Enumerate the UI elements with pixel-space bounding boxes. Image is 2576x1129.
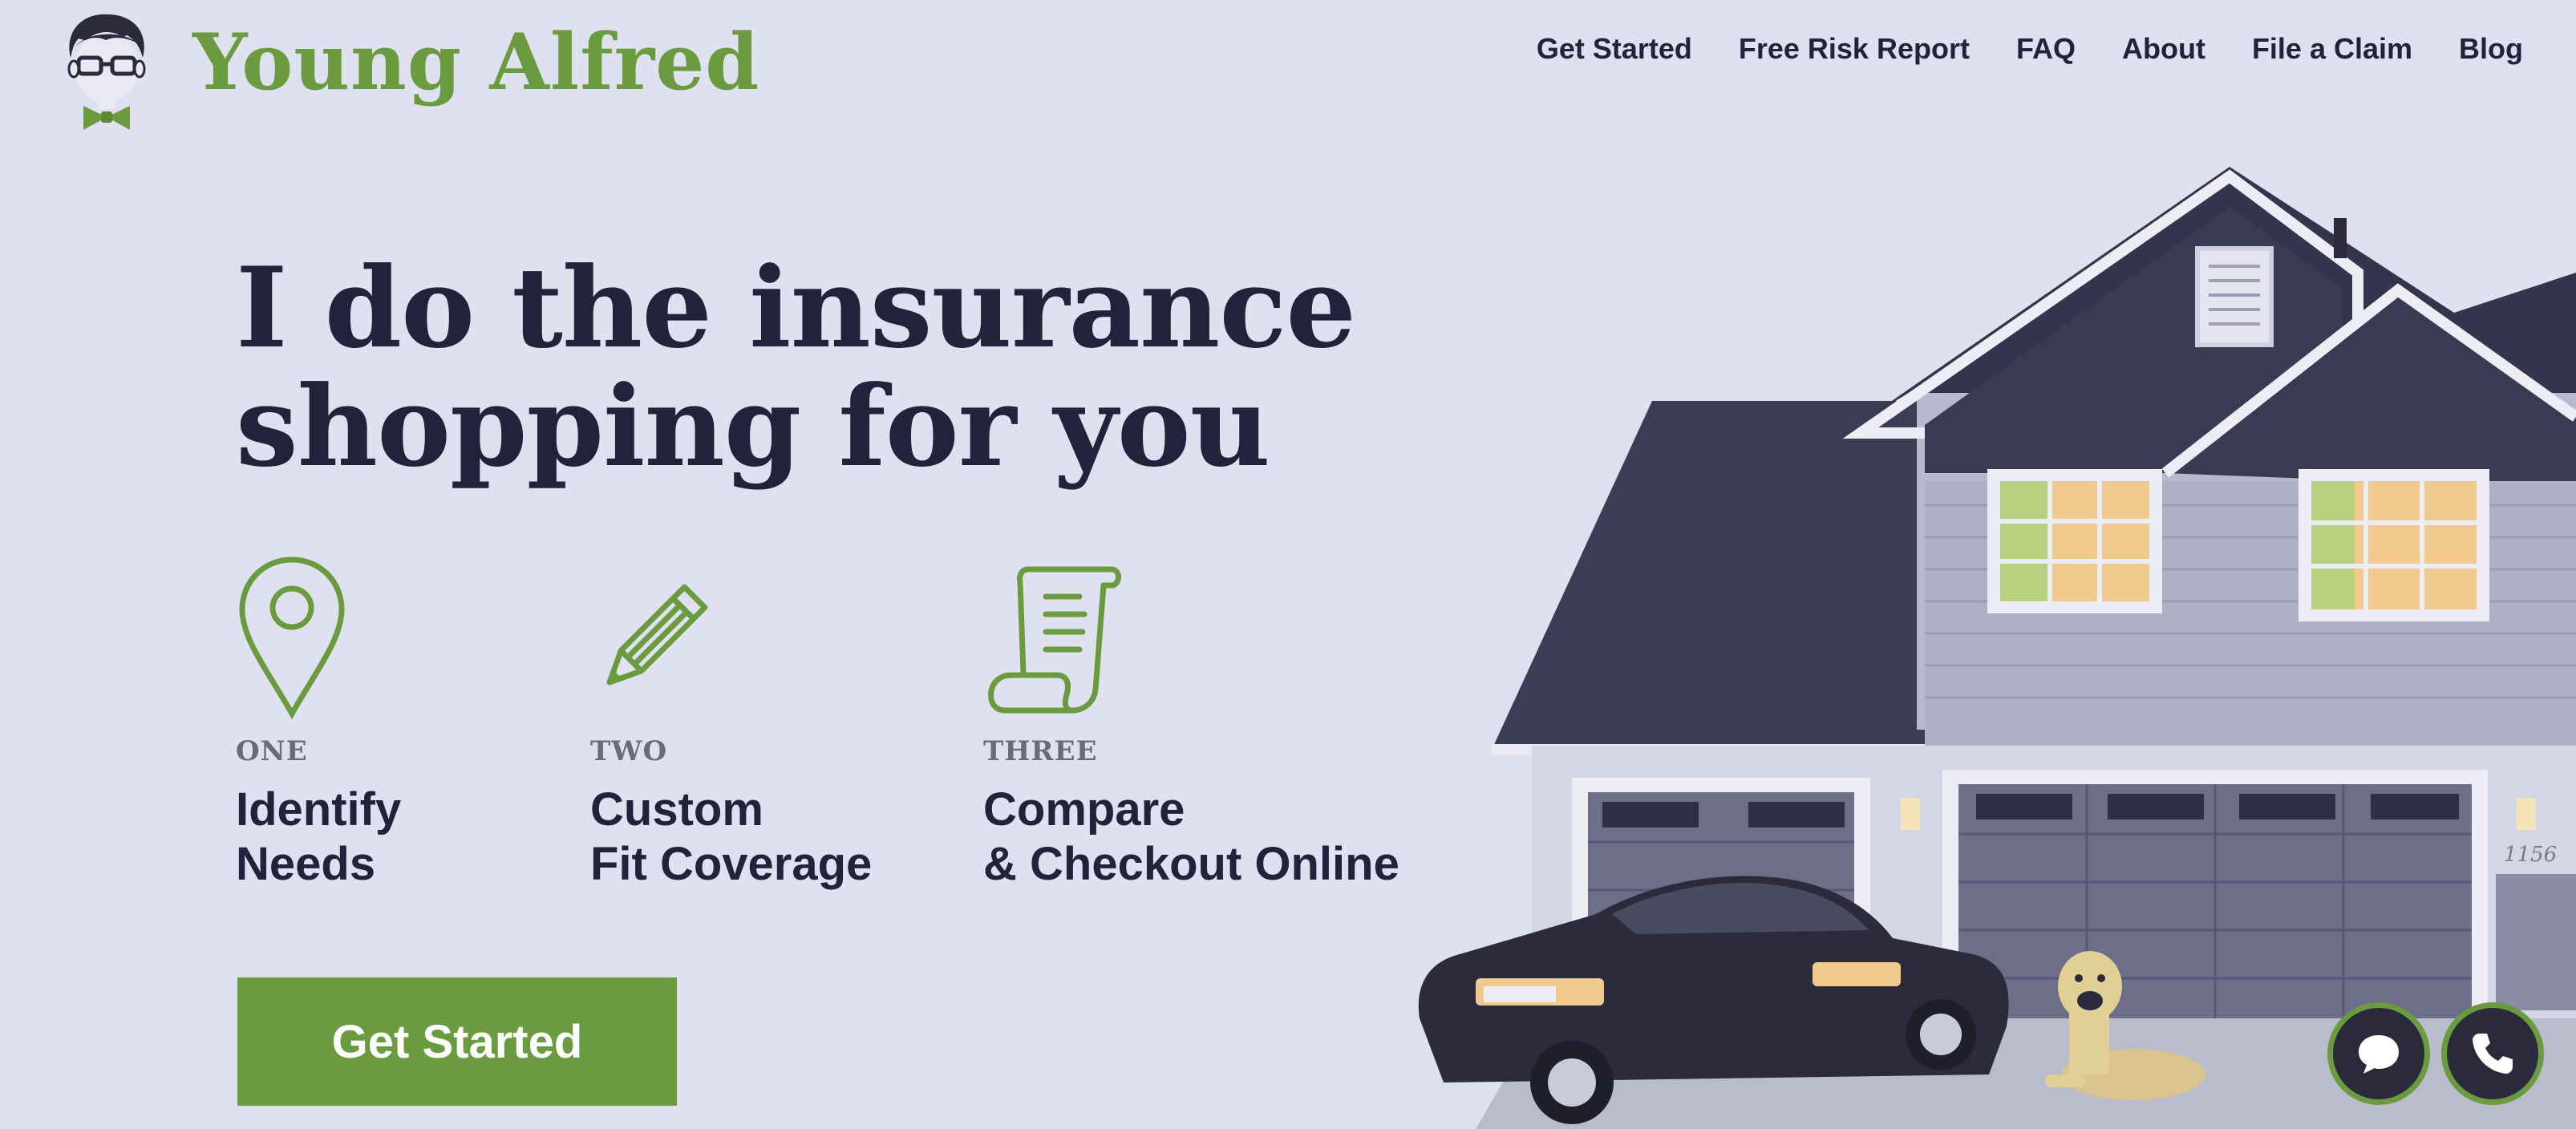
nav-blog[interactable]: Blog bbox=[2459, 32, 2523, 66]
alfred-avatar-icon bbox=[67, 14, 146, 130]
chat-bubble-icon bbox=[2359, 1035, 2399, 1074]
step-one: ONE Identify Needs bbox=[236, 553, 401, 892]
step-title-line-1: Custom bbox=[590, 783, 763, 836]
upper-window-left bbox=[1987, 469, 2162, 613]
step-number: ONE bbox=[236, 735, 308, 767]
pencil-icon bbox=[606, 584, 708, 686]
nav-get-started[interactable]: Get Started bbox=[1537, 32, 1692, 66]
scroll-icon bbox=[988, 566, 1121, 714]
logo-mascot[interactable] bbox=[59, 8, 154, 136]
house-number: 1156 bbox=[2504, 843, 2557, 867]
upper-window-right bbox=[2299, 469, 2489, 621]
get-started-button[interactable]: Get Started bbox=[237, 977, 677, 1106]
call-button[interactable] bbox=[2441, 1002, 2544, 1105]
hero-headline: I do the insurance shopping for you bbox=[236, 249, 1439, 486]
headline-line-1: I do the insurance bbox=[236, 242, 1356, 373]
nav-faq[interactable]: FAQ bbox=[2016, 32, 2076, 66]
step-title-line-2: Needs bbox=[236, 838, 376, 890]
chat-button[interactable] bbox=[2327, 1002, 2430, 1105]
nav-about[interactable]: About bbox=[2122, 32, 2205, 66]
step-title-line-2: & Checkout Online bbox=[983, 838, 1399, 890]
step-title-line-1: Identify bbox=[236, 783, 402, 836]
step-three: THREE Compare & Checkout Online bbox=[983, 553, 1399, 892]
step-two: TWO Custom Fit Coverage bbox=[590, 553, 872, 892]
phone-icon bbox=[2473, 1034, 2513, 1074]
nav-free-risk-report[interactable]: Free Risk Report bbox=[1739, 32, 1970, 66]
brand-name[interactable]: Young Alfred bbox=[192, 24, 759, 101]
step-title-line-1: Compare bbox=[983, 783, 1185, 836]
step-number: TWO bbox=[590, 735, 668, 767]
house-car-illustration: 1156 bbox=[1418, 167, 2576, 1129]
headline-line-2: shopping for you bbox=[236, 361, 1270, 492]
step-number: THREE bbox=[983, 735, 1098, 767]
step-title-line-2: Fit Coverage bbox=[590, 838, 873, 890]
map-pin-icon bbox=[239, 556, 345, 720]
main-nav: Get Started Free Risk Report FAQ About F… bbox=[1537, 32, 2523, 66]
garage-door-right bbox=[1942, 770, 2488, 1018]
nav-file-a-claim[interactable]: File a Claim bbox=[2252, 32, 2412, 66]
